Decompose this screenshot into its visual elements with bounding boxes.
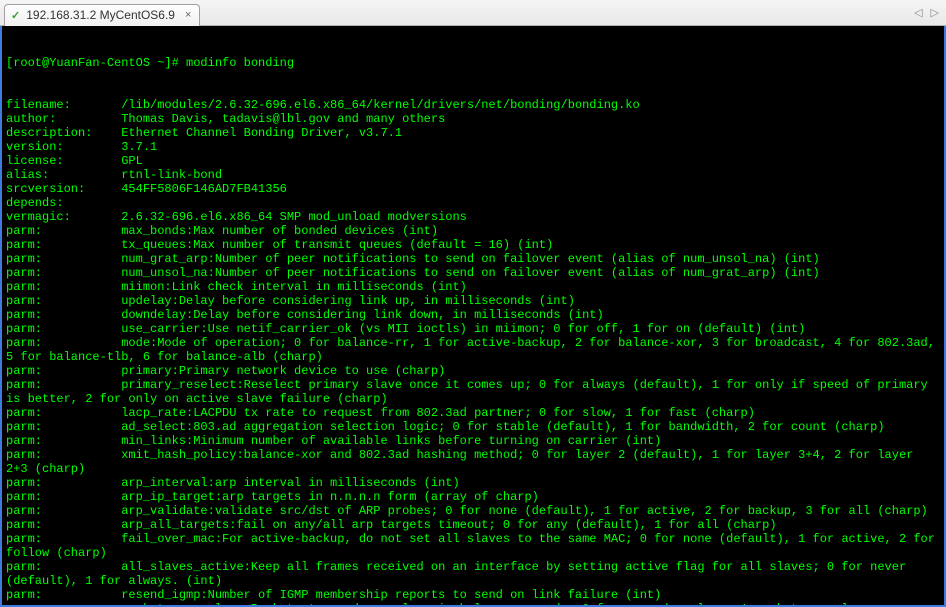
terminal-line: parm: mode:Mode of operation; 0 for bala… <box>6 336 940 364</box>
terminal-line: filename: /lib/modules/2.6.32-696.el6.x8… <box>6 98 940 112</box>
terminal-line: depends: <box>6 196 940 210</box>
tab-active[interactable]: ✓ 192.168.31.2 MyCentOS6.9 × <box>4 4 200 26</box>
terminal-line: parm: miimon:Link check interval in mill… <box>6 280 940 294</box>
terminal-line: parm: use_carrier:Use netif_carrier_ok (… <box>6 322 940 336</box>
terminal-line: parm: resend_igmp:Number of IGMP members… <box>6 588 940 602</box>
nav-next-icon[interactable]: ▷ <box>928 6 942 19</box>
terminal-line: parm: lacp_rate:LACPDU tx rate to reques… <box>6 406 940 420</box>
terminal-line: parm: max_bonds:Max number of bonded dev… <box>6 224 940 238</box>
terminal-line: parm: fail_over_mac:For active-backup, d… <box>6 532 940 560</box>
terminal-line: parm: downdelay:Delay before considering… <box>6 308 940 322</box>
terminal-line: parm: updelay:Delay before considering l… <box>6 294 940 308</box>
terminal-output: filename: /lib/modules/2.6.32-696.el6.x8… <box>6 98 940 607</box>
terminal[interactable]: [root@YuanFan-CentOS ~]# modinfo bonding… <box>0 26 946 607</box>
terminal-line: parm: num_grat_arp:Number of peer notifi… <box>6 252 940 266</box>
terminal-line: srcversion: 454FF5806F146AD7FB41356 <box>6 182 940 196</box>
terminal-line: vermagic: 2.6.32-696.el6.x86_64 SMP mod_… <box>6 210 940 224</box>
terminal-line: parm: arp_interval:arp interval in milli… <box>6 476 940 490</box>
check-icon: ✓ <box>11 9 20 22</box>
nav-prev-icon[interactable]: ◁ <box>911 6 925 19</box>
terminal-line: parm: arp_all_targets:fail on any/all ar… <box>6 518 940 532</box>
terminal-line: parm: all_slaves_active:Keep all frames … <box>6 560 940 588</box>
terminal-line: parm: tx_queues:Max number of transmit q… <box>6 238 940 252</box>
terminal-line: parm: primary:Primary network device to … <box>6 364 940 378</box>
terminal-line: parm: packets_per_slave:Packets to send … <box>6 602 940 607</box>
terminal-line: parm: ad_select:803.ad aggregation selec… <box>6 420 940 434</box>
terminal-line: parm: min_links:Minimum number of availa… <box>6 434 940 448</box>
terminal-line: description: Ethernet Channel Bonding Dr… <box>6 126 940 140</box>
terminal-prompt: [root@YuanFan-CentOS ~]# modinfo bonding <box>6 56 940 70</box>
terminal-line: alias: rtnl-link-bond <box>6 168 940 182</box>
tab-bar: ✓ 192.168.31.2 MyCentOS6.9 × ◁ ▷ <box>0 0 946 26</box>
terminal-line: parm: primary_reselect:Reselect primary … <box>6 378 940 406</box>
terminal-line: parm: xmit_hash_policy:balance-xor and 8… <box>6 448 940 476</box>
tab-nav: ◁ ▷ <box>911 6 942 19</box>
terminal-line: parm: num_unsol_na:Number of peer notifi… <box>6 266 940 280</box>
terminal-line: license: GPL <box>6 154 940 168</box>
close-icon[interactable]: × <box>185 9 191 21</box>
terminal-line: parm: arp_ip_target:arp targets in n.n.n… <box>6 490 940 504</box>
terminal-line: author: Thomas Davis, tadavis@lbl.gov an… <box>6 112 940 126</box>
tab-title: 192.168.31.2 MyCentOS6.9 <box>26 8 175 22</box>
terminal-line: parm: arp_validate:validate src/dst of A… <box>6 504 940 518</box>
terminal-line: version: 3.7.1 <box>6 140 940 154</box>
